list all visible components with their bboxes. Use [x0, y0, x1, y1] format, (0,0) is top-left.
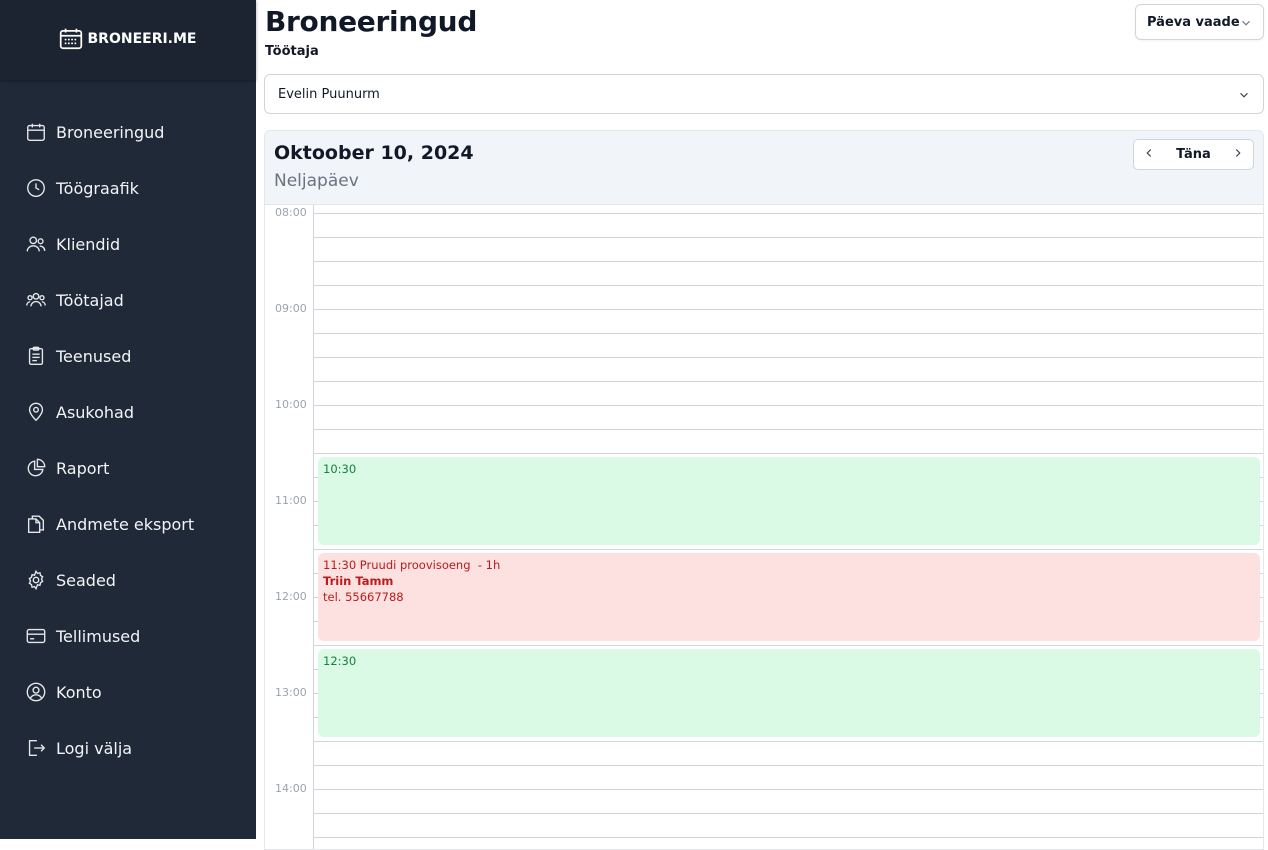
sidebar-item-label: Tellimused: [56, 626, 141, 646]
slot-line: [314, 333, 1263, 334]
brand-bar: BRONEERI.ME: [0, 0, 256, 80]
booking-phone: tel. 55667788: [323, 590, 404, 604]
sidebar-item-toograafik[interactable]: Töögraafik: [0, 160, 256, 216]
brand-logo[interactable]: BRONEERI.ME: [58, 26, 197, 52]
sidebar-item-label: Konto: [56, 682, 102, 702]
slot-line: [314, 765, 1263, 766]
logout-icon: [28, 739, 46, 757]
sidebar-item-label: Töögraafik: [56, 178, 139, 198]
sidebar-item-kliendid[interactable]: Kliendid: [0, 216, 256, 272]
sidebar-item-logi-valja[interactable]: Logi välja: [0, 720, 256, 776]
sidebar-nav: Broneeringud Töögraafik Kliendid Töötaja…: [0, 80, 256, 776]
brand-name: BRONEERI.ME: [87, 31, 197, 47]
sidebar-item-broneeringud[interactable]: Broneeringud: [0, 104, 256, 160]
sidebar-item-teenused[interactable]: Teenused: [0, 328, 256, 384]
day-calendar: Oktoober 10, 2024 Neljapäev Täna 08:00 0…: [264, 130, 1264, 850]
event-time: 12:30: [323, 654, 357, 668]
credit-card-icon: [26, 628, 46, 644]
slot-line: [314, 261, 1263, 262]
pie-chart-icon: [27, 458, 46, 477]
user-circle-icon: [26, 682, 46, 702]
slot-line: [314, 789, 1263, 790]
sidebar-item-andmete-eksport[interactable]: Andmete eksport: [0, 496, 256, 552]
clock-icon: [27, 179, 45, 197]
hour-label: 10:00: [275, 398, 307, 411]
sidebar-item-label: Raport: [56, 458, 110, 478]
slot-line: [314, 357, 1263, 358]
user-group-icon: [26, 292, 46, 307]
documents-icon: [27, 515, 45, 533]
hour-label: 12:00: [275, 590, 307, 603]
slot-line: [314, 549, 1263, 550]
sidebar-item-tellimused[interactable]: Tellimused: [0, 608, 256, 664]
free-slot-1230[interactable]: 12:30: [318, 649, 1260, 737]
prev-day-button[interactable]: [1142, 146, 1156, 164]
sidebar-item-asukohad[interactable]: Asukohad: [0, 384, 256, 440]
sidebar-item-seaded[interactable]: Seaded: [0, 552, 256, 608]
calendar-date: Oktoober 10, 2024: [274, 142, 474, 164]
today-button[interactable]: Täna: [1176, 147, 1211, 162]
calendar-icon: [27, 123, 45, 141]
chevron-right-icon: [1235, 148, 1241, 157]
calendar-header: Oktoober 10, 2024 Neljapäev Täna: [265, 131, 1263, 205]
chevron-down-icon: [1240, 92, 1248, 98]
view-mode-select[interactable]: Päeva vaade: [1135, 4, 1264, 40]
slot-line: [314, 213, 1263, 214]
chevron-left-icon: [1146, 148, 1152, 157]
sidebar-item-label: Teenused: [56, 346, 132, 366]
sidebar-item-raport[interactable]: Raport: [0, 440, 256, 496]
sidebar-item-konto[interactable]: Konto: [0, 664, 256, 720]
slot-line: [314, 381, 1263, 382]
employee-select[interactable]: Evelin Puunurm: [264, 74, 1264, 114]
slot-line: [314, 237, 1263, 238]
sidebar-item-label: Töötajad: [56, 290, 124, 310]
time-grid: 08:00 09:00 10:00 11:00 12:00 13:00 14:0…: [265, 205, 1263, 849]
next-day-button[interactable]: [1231, 146, 1245, 164]
booking-title: 11:30 Pruudi proovisoeng - 1h: [323, 558, 501, 572]
view-mode-value: Päeva vaade: [1147, 14, 1240, 30]
sidebar-item-label: Andmete eksport: [56, 514, 195, 534]
employee-select-value: Evelin Puunurm: [278, 86, 380, 102]
sidebar-item-label: Asukohad: [56, 402, 135, 422]
calendar-weekday: Neljapäev: [274, 171, 359, 191]
hour-label: 14:00: [275, 782, 307, 795]
gear-icon: [28, 569, 44, 591]
event-time: 10:30: [323, 462, 357, 476]
booking-1130[interactable]: 11:30 Pruudi proovisoeng - 1h Triin Tamm…: [318, 553, 1260, 641]
hour-label: 11:00: [275, 494, 307, 507]
time-gutter: 08:00 09:00 10:00 11:00 12:00 13:00 14:0…: [265, 205, 314, 849]
calendar-logo-icon: [59, 28, 82, 50]
booking-client: Triin Tamm: [323, 574, 394, 588]
clipboard-icon: [28, 346, 44, 365]
sidebar-item-label: Broneeringud: [56, 122, 165, 142]
slot-line: [314, 453, 1263, 454]
users-icon: [26, 236, 46, 252]
calendar-navigation: Täna: [1133, 139, 1254, 170]
slot-line: [314, 309, 1263, 310]
free-slot-1030[interactable]: 10:30: [318, 457, 1260, 545]
map-pin-icon: [28, 402, 44, 422]
hour-label: 08:00: [275, 206, 307, 219]
hour-label: 13:00: [275, 686, 307, 699]
sidebar-item-label: Logi välja: [56, 738, 133, 758]
sidebar-item-tootajad[interactable]: Töötajad: [0, 272, 256, 328]
slot-line: [314, 837, 1263, 838]
page-title: Broneeringud: [265, 5, 478, 38]
slot-line: [314, 813, 1263, 814]
hour-label: 09:00: [275, 302, 307, 315]
sidebar-item-label: Kliendid: [56, 234, 121, 254]
sidebar: BRONEERI.ME Broneeringud Töögraafik Klie…: [0, 0, 256, 839]
chevron-down-icon: [1242, 20, 1250, 26]
page-subtitle: Töötaja: [265, 44, 319, 59]
slot-line: [314, 429, 1263, 430]
slot-line: [314, 285, 1263, 286]
slot-line: [314, 405, 1263, 406]
sidebar-item-label: Seaded: [56, 570, 116, 590]
slot-line: [314, 741, 1263, 742]
slot-line: [314, 645, 1263, 646]
